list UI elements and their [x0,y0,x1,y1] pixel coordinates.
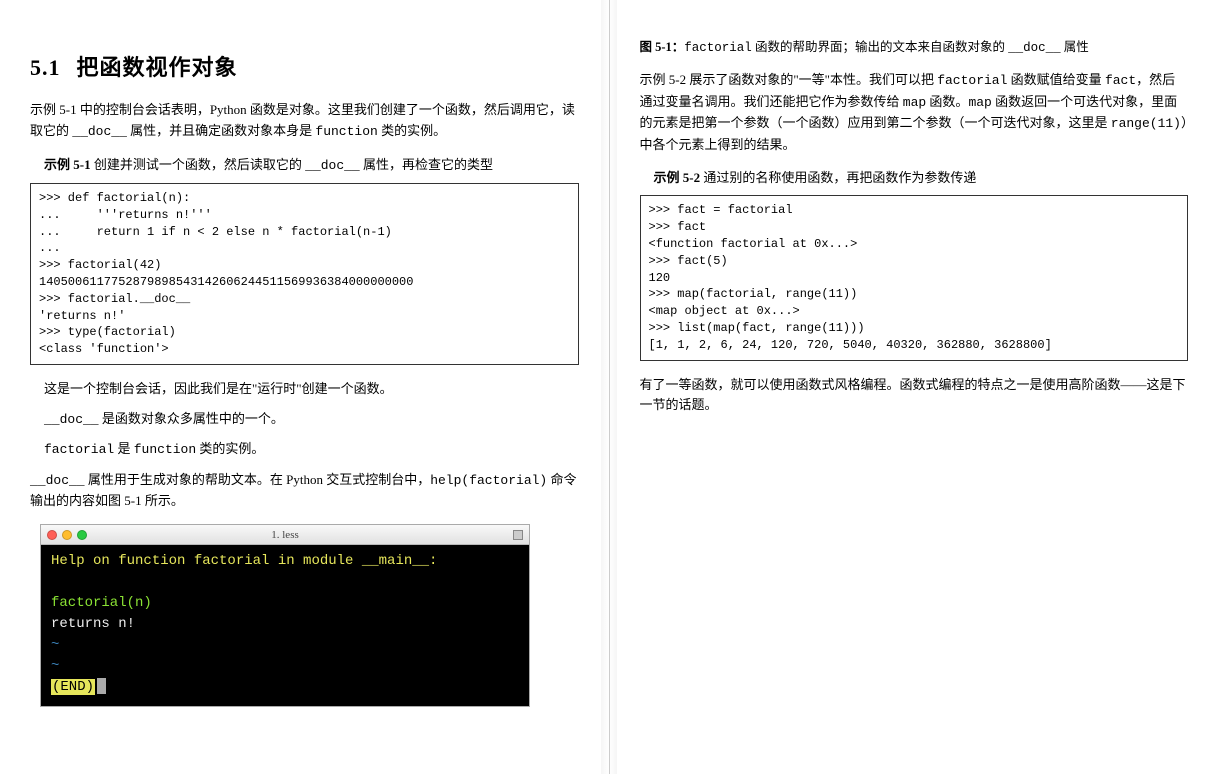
code-inline-function: function [315,124,377,139]
section-number: 5.1 [30,55,61,80]
right-page: 图 5-1：factorial 函数的帮助界面；输出的文本来自函数对象的 __d… [610,0,1218,774]
terminal-body: Help on function factorial in module __m… [41,545,529,706]
code-inline-doc: __doc__ [72,124,127,139]
terminal-end-line: (END) [51,677,519,698]
note-2: __doc__ 是函数对象众多属性中的一个。 [44,409,579,430]
example-label: 示例 5-1 [44,157,91,172]
terminal-tilde: ~ [51,656,519,677]
terminal-tilde: ~ [51,635,519,656]
example-label: 示例 5-2 [654,170,701,185]
terminal-end: (END) [51,679,95,695]
terminal-line-signature: factorial(n) [51,593,519,614]
para-higher-order: 有了一等函数，就可以使用函数式风格编程。函数式编程的特点之一是使用高阶函数——这… [640,375,1189,417]
para-first-class: 示例 5-2 展示了函数对象的"一等"本性。我们可以把 factorial 函数… [640,70,1189,156]
figure-label: 图 5-1： [640,40,685,54]
intro-paragraph: 示例 5-1 中的控制台会话表明，Python 函数是对象。这里我们创建了一个函… [30,100,579,143]
code-block-example-5-1: >>> def factorial(n): ... '''returns n!'… [30,183,579,365]
note-3: factorial 是 function 类的实例。 [44,439,579,460]
example-5-1-title: 示例 5-1 创建并测试一个函数，然后读取它的 __doc__ 属性，再检查它的… [44,155,579,176]
terminal-corner-icon [513,530,523,540]
note-1: 这是一个控制台会话，因此我们是在"运行时"创建一个函数。 [44,379,579,399]
terminal-window: 1. less Help on function factorial in mo… [40,524,530,707]
terminal-cursor [97,678,106,694]
section-title-text: 把函数视作对象 [77,55,238,80]
terminal-line-doc: returns n! [51,614,519,635]
section-heading: 5.1 把函数视作对象 [30,50,579,82]
example-5-2-title: 示例 5-2 通过别的名称使用函数，再把函数作为参数传递 [654,168,1189,188]
terminal-line-help: Help on function factorial in module __m… [51,551,519,572]
code-block-example-5-2: >>> fact = factorial >>> fact <function … [640,195,1189,360]
terminal-title: 1. less [41,529,529,541]
terminal-titlebar: 1. less [41,525,529,545]
left-page: 5.1 把函数视作对象 示例 5-1 中的控制台会话表明，Python 函数是对象… [0,0,610,774]
figure-5-1-caption: 图 5-1：factorial 函数的帮助界面；输出的文本来自函数对象的 __d… [640,38,1189,58]
doc-paragraph: __doc__ 属性用于生成对象的帮助文本。在 Python 交互式控制台中，h… [30,470,579,513]
